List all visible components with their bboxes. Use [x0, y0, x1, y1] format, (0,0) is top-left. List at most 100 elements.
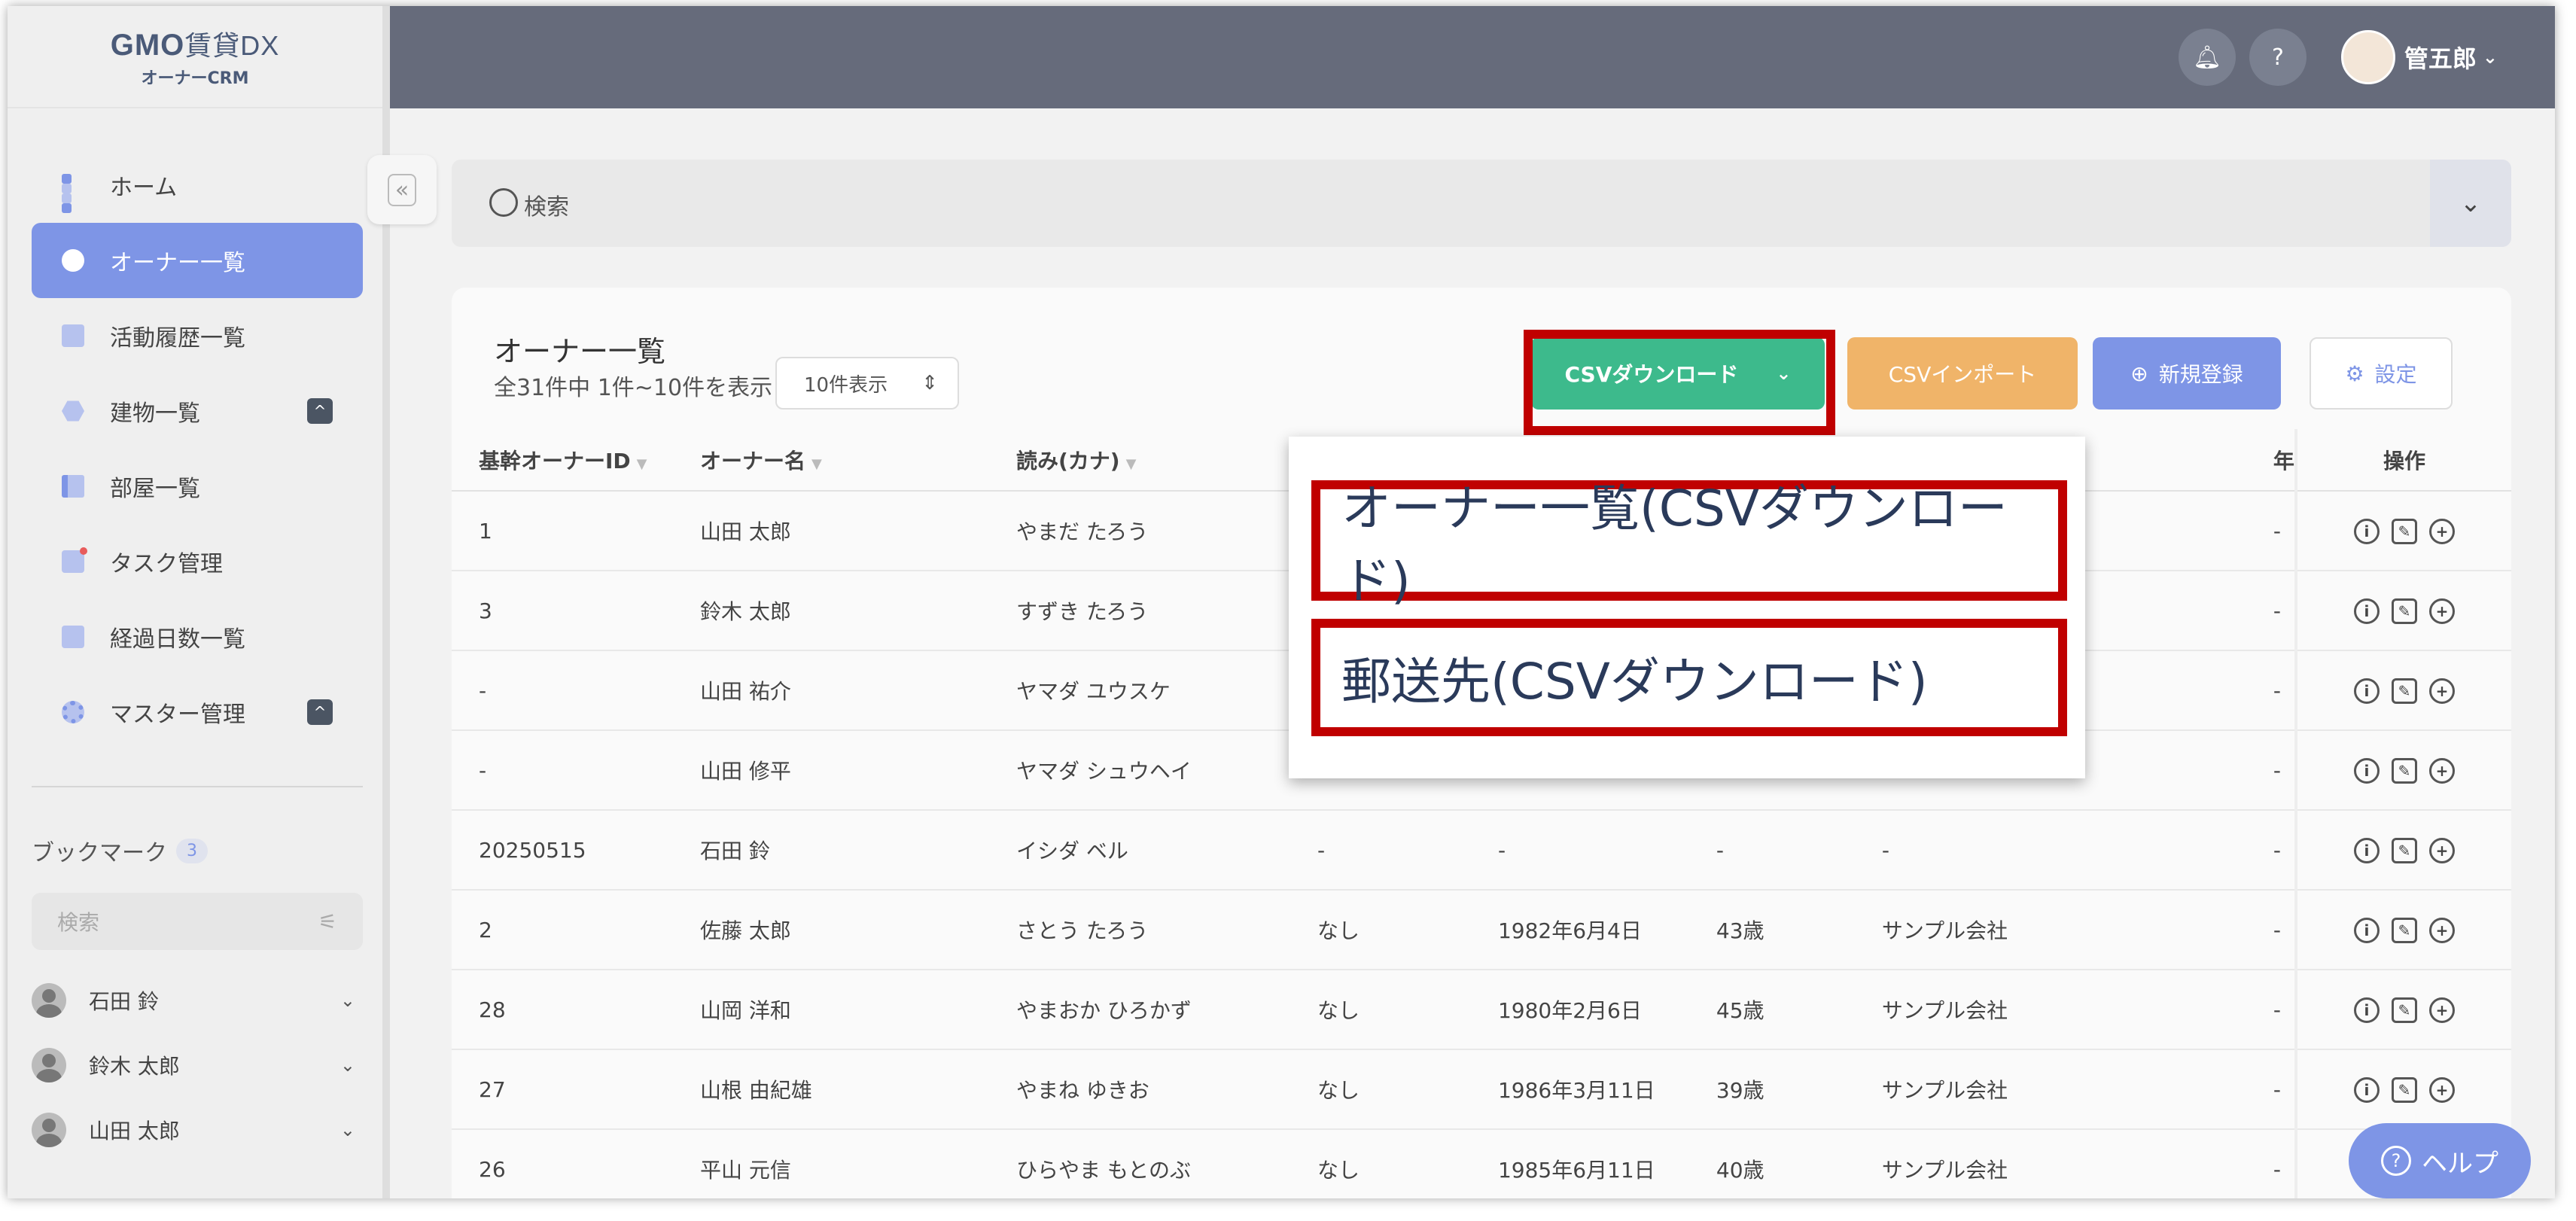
column-header[interactable]: 読み(カナ) ▼: [1015, 429, 1317, 492]
sidebar-item-owners[interactable]: オーナー一覧: [32, 223, 363, 298]
info-icon[interactable]: i: [2353, 677, 2380, 704]
bookmark-list: 石田 鈴 ⌄ 鈴木 太郎 ⌄ 山田 太郎 ⌄: [32, 968, 363, 1162]
sidebar-item-master[interactable]: マスター管理 ^: [32, 674, 363, 750]
chevron-up-icon[interactable]: ^: [307, 699, 333, 725]
logo[interactable]: GMO賃貸DX オーナーCRM: [8, 6, 382, 108]
table-row[interactable]: 20250515 石田 鈴イシダ ベル - - - - - i ✎ +: [452, 810, 2511, 891]
edit-icon[interactable]: ✎: [2391, 997, 2417, 1023]
table-cell: なし: [1317, 890, 1498, 970]
csv-import-label: CSVインポート: [1888, 362, 2037, 387]
sidebar-item-home[interactable]: ホーム: [32, 148, 363, 223]
edit-icon[interactable]: ✎: [2391, 598, 2417, 624]
sidebar-nav: ホーム オーナー一覧 活動履歴一覧 建物一覧 ^ 部屋一覧 タスク管理 経過日数…: [32, 148, 363, 750]
table-row[interactable]: 26平山 元信ひらやま もとのぶなし1985年6月11日40歳サンプル会社-i✎…: [452, 1129, 2511, 1198]
table-row[interactable]: 27 山根 由紀雄 やまね ゆきお なし 1986年3月11日 39歳 サンプル会社 - i ✎ +: [452, 1049, 2511, 1130]
edit-icon[interactable]: ✎: [2391, 757, 2417, 784]
csv-download-button[interactable]: CSVダウンロード ⌄: [1531, 337, 1825, 410]
new-register-button[interactable]: ⊕ 新規登録: [2093, 337, 2281, 410]
row-actions: i ✎ +: [2294, 970, 2511, 1050]
menu-item-owner-list-csv[interactable]: オーナー一覧(CSVダウンロード): [1311, 480, 2067, 610]
bookmark-name: 山田 太郎: [89, 1119, 180, 1143]
info-icon[interactable]: i: [2353, 837, 2380, 863]
info-icon[interactable]: i: [2353, 518, 2380, 544]
table-cell: 26: [452, 1129, 700, 1198]
per-page-select[interactable]: 10件表示 ⇕: [775, 357, 959, 410]
search-expand-button[interactable]: ⌄: [2430, 160, 2511, 247]
info-icon[interactable]: i: [2353, 917, 2380, 943]
table-cell: 28: [452, 970, 700, 1050]
notification-button[interactable]: 🔔︎: [2179, 29, 2236, 86]
menu-item-mailing-csv[interactable]: 郵送先(CSVダウンロード): [1311, 619, 2067, 736]
info-icon[interactable]: i: [2353, 598, 2380, 624]
csv-download-label: CSVダウンロード: [1564, 362, 1739, 387]
sidebar-item-activity[interactable]: 活動履歴一覧: [32, 298, 363, 373]
bookmark-item[interactable]: 山田 太郎 ⌄: [32, 1098, 363, 1162]
table-cell: -: [2273, 650, 2296, 731]
chevron-up-icon[interactable]: ^: [307, 398, 333, 424]
settings-button[interactable]: ⚙ 設定: [2310, 337, 2453, 410]
chevron-down-icon[interactable]: ⌄: [340, 990, 355, 1011]
plus-circle-icon[interactable]: +: [2428, 518, 2455, 544]
user-menu[interactable]: 管五郎 ⌄: [2340, 30, 2498, 84]
sidebar-item-label: ホーム: [110, 175, 178, 201]
search-bar[interactable]: 検索 ⌄: [452, 160, 2511, 247]
table-cell: 27: [452, 1049, 700, 1130]
edit-icon[interactable]: ✎: [2391, 917, 2417, 943]
sort-icon: ▼: [636, 455, 647, 472]
edit-icon[interactable]: ✎: [2391, 837, 2417, 863]
table-cell: 20250515: [452, 810, 700, 891]
bookmark-item[interactable]: 石田 鈴 ⌄: [32, 968, 363, 1033]
info-icon[interactable]: i: [2353, 997, 2380, 1023]
table-cell: 山田 太郎: [699, 491, 1016, 571]
table-cell: ヤマダ ユウスケ: [1015, 650, 1317, 731]
column-header: 年: [2273, 429, 2296, 492]
table-cell: -: [1497, 810, 1716, 891]
table-cell: なし: [1317, 1049, 1498, 1130]
plus-circle-icon[interactable]: +: [2428, 677, 2455, 704]
csv-import-button[interactable]: CSVインポート: [1847, 337, 2078, 410]
edit-icon[interactable]: ✎: [2391, 518, 2417, 544]
table-cell: ヤマダ シュウヘイ: [1015, 730, 1317, 811]
plus-circle-icon[interactable]: +: [2428, 997, 2455, 1023]
bookmark-item[interactable]: 鈴木 太郎 ⌄: [32, 1033, 363, 1098]
table-cell: -: [1881, 810, 2273, 891]
table-cell: やまだ たろう: [1015, 491, 1317, 571]
plus-circle-icon[interactable]: +: [2428, 757, 2455, 784]
sidebar-item-buildings[interactable]: 建物一覧 ^: [32, 373, 363, 449]
table-row[interactable]: 2 佐藤 太郎 さとう たろう なし 1982年6月4日 43歳 サンプル会社 - i ✎ +: [452, 890, 2511, 970]
avatar: [32, 1113, 66, 1147]
info-icon[interactable]: i: [2353, 1076, 2380, 1103]
avatar: [2340, 30, 2395, 84]
filter-icon[interactable]: ⚟: [318, 909, 337, 934]
chevron-down-icon[interactable]: ⌄: [340, 1055, 355, 1076]
chevron-down-icon: ⌄: [2459, 188, 2482, 218]
column-header[interactable]: オーナー名 ▼: [699, 429, 1016, 492]
sidebar-item-elapsed-days[interactable]: 経過日数一覧: [32, 599, 363, 674]
bookmark-search-input[interactable]: 検索 ⚟: [32, 893, 363, 950]
table-cell: -: [2273, 890, 2296, 970]
sidebar-item-tasks[interactable]: タスク管理: [32, 524, 363, 599]
plus-circle-icon[interactable]: +: [2428, 1076, 2455, 1103]
sidebar: GMO賃貸DX オーナーCRM ホーム オーナー一覧 活動履歴一覧 建物一覧 ^: [8, 6, 390, 1198]
help-icon-button[interactable]: ?: [2249, 29, 2307, 86]
plus-circle-icon[interactable]: +: [2428, 837, 2455, 863]
sidebar-item-label: 部屋一覧: [110, 476, 200, 502]
plus-circle-icon[interactable]: +: [2428, 917, 2455, 943]
chevron-down-icon[interactable]: ⌄: [340, 1119, 355, 1140]
help-button[interactable]: ? ヘルプ: [2349, 1123, 2531, 1198]
sidebar-item-rooms[interactable]: 部屋一覧: [32, 449, 363, 524]
column-header[interactable]: 基幹オーナーID ▼: [452, 429, 700, 492]
sort-arrows-icon: ⇕: [921, 372, 938, 394]
sidebar-collapse-button[interactable]: «: [367, 155, 437, 224]
logo-gmo: GMO: [110, 29, 185, 62]
table-cell: -: [1317, 810, 1498, 891]
info-icon[interactable]: i: [2353, 757, 2380, 784]
table-cell: 2: [452, 890, 700, 970]
edit-icon[interactable]: ✎: [2391, 1076, 2417, 1103]
table-cell: サンプル会社: [1881, 1129, 2273, 1198]
plus-circle-icon[interactable]: +: [2428, 598, 2455, 624]
table-row[interactable]: 28 山岡 洋和 やまおか ひろかず なし 1980年2月6日 45歳 サンプル会社 - i ✎ +: [452, 970, 2511, 1050]
search-input[interactable]: 検索: [524, 188, 569, 221]
table-cell: サンプル会社: [1881, 970, 2273, 1050]
edit-icon[interactable]: ✎: [2391, 677, 2417, 704]
